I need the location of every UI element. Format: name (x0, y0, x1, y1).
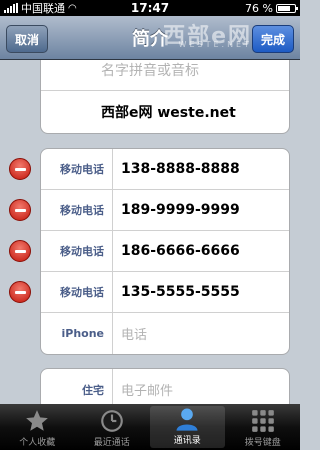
status-left: 中国联通 ◠ (4, 0, 77, 16)
contacts-icon (173, 405, 201, 433)
phone-label[interactable]: 移动电话 (41, 149, 113, 189)
phone-row[interactable]: 移动电话 189-9999-9999 (41, 190, 289, 231)
nav-bar: 取消 简介 西部e网 WESTE.NET 完成 (0, 16, 300, 60)
clock-icon (99, 407, 125, 435)
carrier-label: 中国联通 (21, 2, 65, 15)
tab-label: 个人收藏 (19, 438, 56, 448)
phone-group: 移动电话 138-8888-8888 移动电话 189-9999-9999 移动… (40, 148, 290, 355)
delete-phone-2-button[interactable] (9, 199, 31, 221)
tab-favorites[interactable]: 个人收藏 (0, 404, 75, 450)
name-group: 名字拼音或音标 西部e网 weste.net (40, 60, 290, 134)
watermark-subtext: WESTE.NET (178, 40, 252, 49)
email-placeholder[interactable]: 电子邮件 (113, 380, 173, 399)
phone-placeholder[interactable]: 电话 (113, 324, 147, 343)
star-icon (24, 407, 50, 435)
tab-keypad[interactable]: 拨号键盘 (226, 404, 301, 450)
phone-value[interactable]: 138-8888-8888 (113, 161, 240, 177)
tab-label: 拨号键盘 (244, 438, 281, 448)
phone-label[interactable]: iPhone (41, 313, 113, 354)
email-label[interactable]: 住宅 (41, 369, 113, 404)
done-button[interactable]: 完成 (251, 25, 294, 53)
contact-edit-form: 名字拼音或音标 西部e网 weste.net 移动电话 138-8888-888… (0, 60, 300, 404)
phonetic-name-field[interactable]: 名字拼音或音标 (41, 60, 289, 91)
tab-label: 通讯录 (173, 436, 201, 446)
phone-value[interactable]: 186-6666-6666 (113, 243, 240, 259)
tab-bar: 个人收藏 最近通话 通讯录 拨号键盘 (0, 404, 300, 450)
tab-label: 最近通话 (93, 438, 130, 448)
phone-row[interactable]: 移动电话 186-6666-6666 (41, 231, 289, 272)
delete-phone-3-button[interactable] (9, 240, 31, 262)
delete-phone-1-button[interactable] (9, 158, 31, 180)
phone-value[interactable]: 189-9999-9999 (113, 202, 240, 218)
phonetic-name-placeholder: 名字拼音或音标 (101, 62, 199, 79)
keypad-icon (250, 407, 276, 435)
battery-fill (278, 5, 291, 11)
phone-row-new[interactable]: iPhone 电话 (41, 313, 289, 354)
phone-row[interactable]: 移动电话 135-5555-5555 (41, 272, 289, 313)
wifi-icon: ◠ (68, 2, 77, 14)
status-bar: 中国联通 ◠ 17:47 76 % (0, 0, 300, 16)
tab-contacts[interactable]: 通讯录 (150, 406, 225, 448)
delete-phone-4-button[interactable] (9, 281, 31, 303)
cancel-button[interactable]: 取消 (6, 25, 49, 53)
company-name-value: 西部e网 weste.net (101, 105, 236, 121)
battery-icon (276, 3, 298, 13)
phone-value[interactable]: 135-5555-5555 (113, 284, 240, 300)
email-row[interactable]: 住宅 电子邮件 (41, 369, 289, 404)
battery-percent: 76 % (245, 1, 273, 15)
phone-label[interactable]: 移动电话 (41, 272, 113, 312)
phone-row[interactable]: 移动电话 138-8888-8888 (41, 149, 289, 190)
company-name-field[interactable]: 西部e网 weste.net (41, 91, 289, 133)
phone-label[interactable]: 移动电话 (41, 190, 113, 230)
clock-time: 17:47 (130, 1, 170, 15)
email-group: 住宅 电子邮件 (40, 368, 290, 404)
tab-recents[interactable]: 最近通话 (75, 404, 150, 450)
signal-icon (4, 3, 18, 13)
status-right: 76 % (245, 1, 298, 15)
phone-label[interactable]: 移动电话 (41, 231, 113, 271)
